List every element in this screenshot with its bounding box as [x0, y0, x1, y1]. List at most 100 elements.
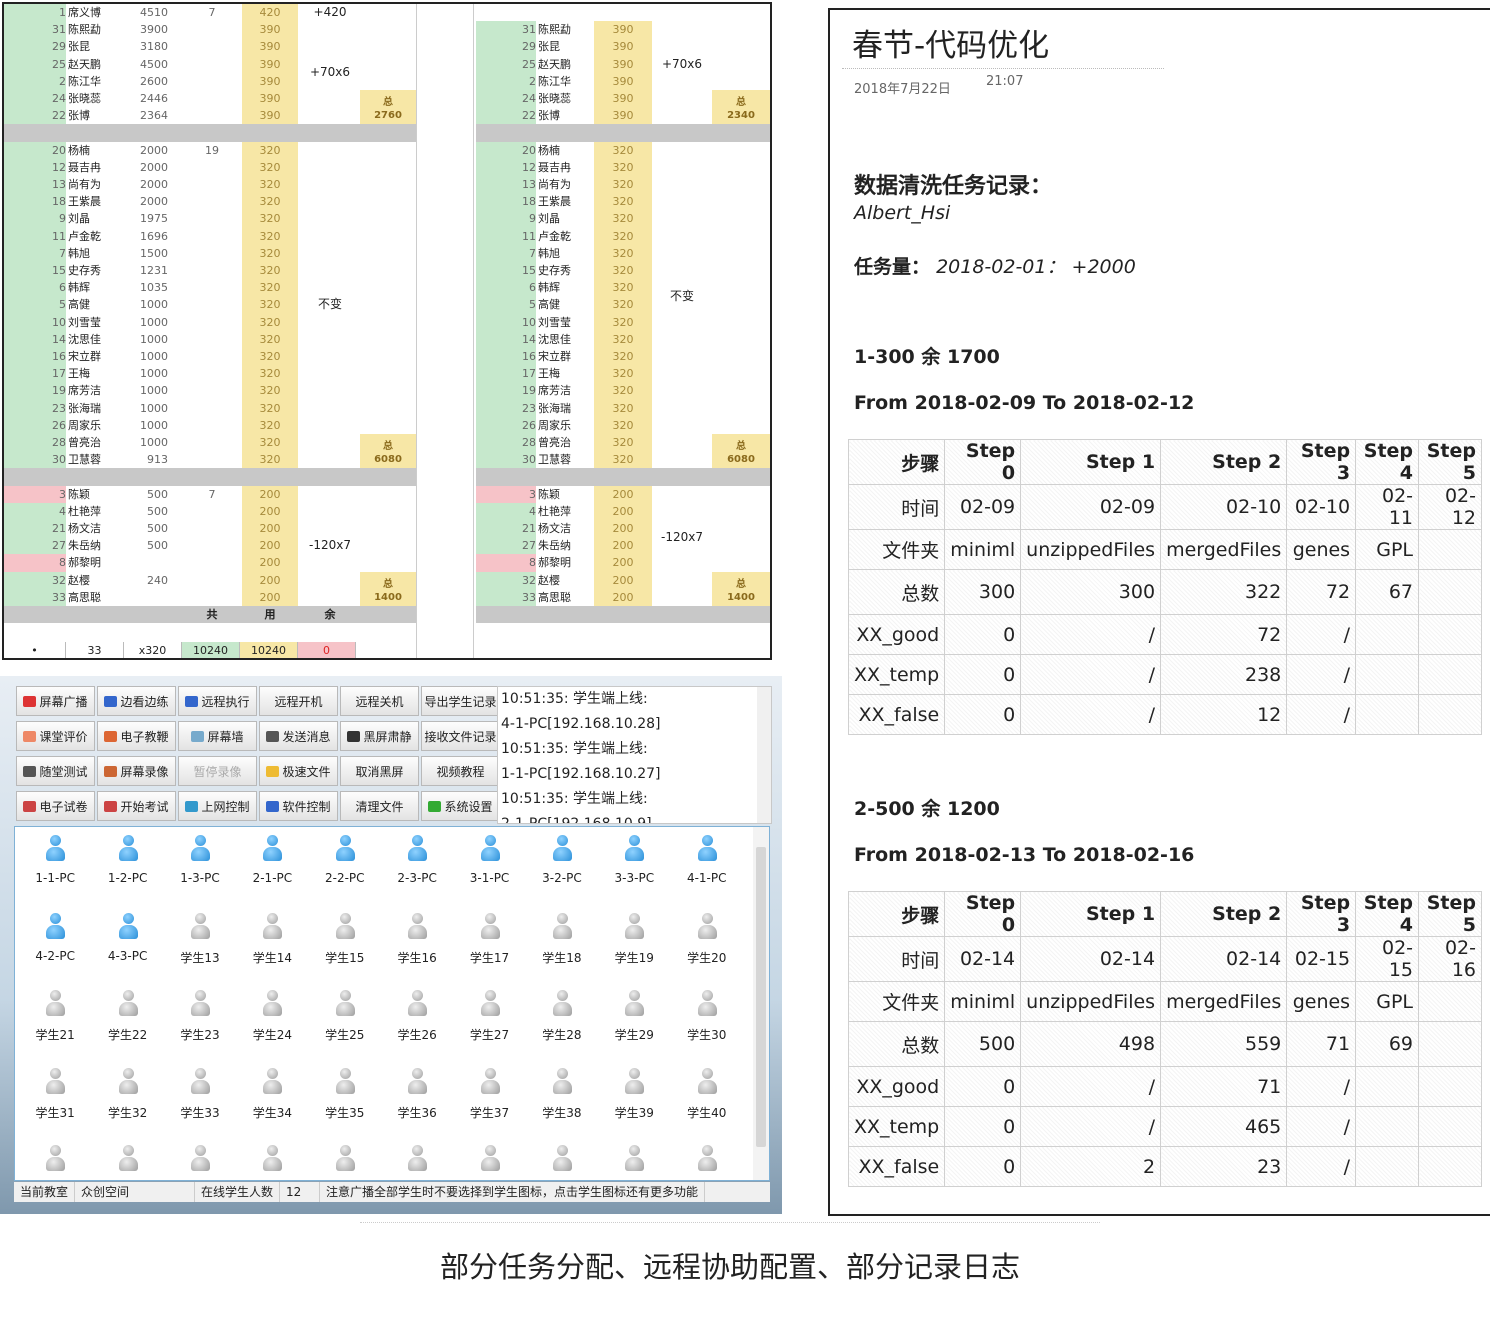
- student-pc[interactable]: 学生31: [19, 1066, 91, 1144]
- alloc-value: 320: [242, 227, 298, 245]
- toolbar-button[interactable]: 课堂评价: [16, 721, 95, 751]
- student-pc[interactable]: 学生49: [598, 1143, 670, 1180]
- toolbar-button[interactable]: 电子试卷: [16, 791, 95, 821]
- student-pc[interactable]: 学生39: [598, 1066, 670, 1144]
- student-pc[interactable]: 学生46: [381, 1143, 453, 1180]
- student-pc[interactable]: 2-1-PC: [236, 833, 308, 911]
- student-pc[interactable]: 学生45: [309, 1143, 381, 1180]
- student-pc[interactable]: 3-1-PC: [453, 833, 525, 911]
- table-cell: 02-16: [1418, 936, 1482, 982]
- student-pc[interactable]: 学生26: [381, 988, 453, 1066]
- toolbar-button[interactable]: 随堂测试: [16, 756, 95, 786]
- user-offline-icon: [335, 1145, 355, 1173]
- student-pc[interactable]: 学生29: [598, 988, 670, 1066]
- row-id: 15: [476, 262, 536, 280]
- student-pc[interactable]: 学生44: [236, 1143, 308, 1180]
- student-pc[interactable]: 3-3-PC: [598, 833, 670, 911]
- row-id: 31: [4, 21, 66, 39]
- toolbar-button[interactable]: 屏幕广播: [16, 686, 95, 716]
- record-icon: [104, 765, 118, 777]
- student-pc[interactable]: 学生25: [309, 988, 381, 1066]
- student-pc[interactable]: 1-3-PC: [164, 833, 236, 911]
- student-pc[interactable]: 4-2-PC: [19, 911, 91, 989]
- student-pc[interactable]: 学生22: [91, 988, 163, 1066]
- student-pc[interactable]: 学生42: [91, 1143, 163, 1180]
- toolbar-button[interactable]: 清理文件: [340, 791, 419, 821]
- toolbar-button[interactable]: 取消黑屏: [340, 756, 419, 786]
- toolbar-button[interactable]: 上网控制: [178, 791, 257, 821]
- student-pc[interactable]: 学生36: [381, 1066, 453, 1144]
- student-pc[interactable]: 学生30: [671, 988, 743, 1066]
- student-pc[interactable]: 学生40: [671, 1066, 743, 1144]
- student-pc[interactable]: 学生28: [526, 988, 598, 1066]
- toolbar-button[interactable]: 软件控制: [259, 791, 338, 821]
- student-pc[interactable]: 学生13: [164, 911, 236, 989]
- toolbar-button[interactable]: 系统设置: [421, 791, 500, 821]
- toolbar-button[interactable]: 暂停录像: [178, 756, 257, 786]
- table-cell: Step 5: [1418, 891, 1482, 937]
- toolbar-button[interactable]: 边看边练: [97, 686, 176, 716]
- student-pc[interactable]: 学生18: [526, 911, 598, 989]
- student-pc[interactable]: 2-2-PC: [309, 833, 381, 911]
- student-pc[interactable]: 学生50: [671, 1143, 743, 1180]
- student-pc[interactable]: 4-3-PC: [91, 911, 163, 989]
- pc-label: 学生27: [469, 1028, 510, 1042]
- student-pc[interactable]: 2-3-PC: [381, 833, 453, 911]
- table-cell: [1355, 654, 1420, 695]
- student-pc[interactable]: 学生37: [453, 1066, 525, 1144]
- student-name: 刘雪莹: [68, 315, 101, 329]
- student-pc[interactable]: 学生15: [309, 911, 381, 989]
- toolbar-button[interactable]: 接收文件记录: [421, 721, 500, 751]
- alloc-value: 200: [594, 485, 652, 503]
- student-pc[interactable]: 学生35: [309, 1066, 381, 1144]
- student-pc[interactable]: 学生41: [19, 1143, 91, 1180]
- student-pc[interactable]: 学生21: [19, 988, 91, 1066]
- toolbar-button-label: 极速文件: [282, 764, 331, 779]
- toolbar-button[interactable]: 开始考试: [97, 791, 176, 821]
- toolbar-button[interactable]: 视频教程: [421, 756, 500, 786]
- student-pc[interactable]: 学生17: [453, 911, 525, 989]
- student-pc[interactable]: 学生33: [164, 1066, 236, 1144]
- toolbar-button[interactable]: 发送消息: [259, 721, 338, 751]
- toolbar-button[interactable]: 电子教鞭: [97, 721, 176, 751]
- pc-scrollbar-thumb[interactable]: [756, 847, 766, 1147]
- student-pc[interactable]: 学生43: [164, 1143, 236, 1180]
- toolbar-button-label: 发送消息: [282, 729, 331, 744]
- student-pc[interactable]: 4-1-PC: [671, 833, 743, 911]
- student-pc[interactable]: 学生19: [598, 911, 670, 989]
- row-id: 1: [4, 4, 66, 22]
- student-pc[interactable]: 1-2-PC: [91, 833, 163, 911]
- table-cell: /: [1020, 694, 1162, 735]
- student-pc[interactable]: 学生38: [526, 1066, 598, 1144]
- student-pc[interactable]: 学生24: [236, 988, 308, 1066]
- toolbar-button[interactable]: 屏幕录像: [97, 756, 176, 786]
- student-pc[interactable]: 学生34: [236, 1066, 308, 1144]
- student-pc[interactable]: 学生14: [236, 911, 308, 989]
- user-offline-icon: [262, 1145, 283, 1173]
- log-scrollbar[interactable]: [757, 687, 771, 823]
- student-pc[interactable]: 学生32: [91, 1066, 163, 1144]
- student-pc[interactable]: 学生27: [453, 988, 525, 1066]
- student-pc[interactable]: 学生16: [381, 911, 453, 989]
- toolbar-button[interactable]: 极速文件: [259, 756, 338, 786]
- student-pc[interactable]: 3-2-PC: [526, 833, 598, 911]
- table-cell: mergedFiles: [1160, 529, 1288, 570]
- student-pc[interactable]: 学生23: [164, 988, 236, 1066]
- toolbar-button[interactable]: 远程开机: [259, 686, 338, 716]
- student-name: 杨楠: [68, 143, 90, 157]
- user-offline-icon: [480, 1067, 500, 1096]
- alloc-value: 420: [242, 4, 298, 22]
- toolbar-button[interactable]: 导出学生记录: [421, 686, 500, 716]
- toolbar-button[interactable]: 黑屏肃静: [340, 721, 419, 751]
- score-value: 1000: [140, 332, 168, 346]
- toolbar-button[interactable]: 屏幕墙: [178, 721, 257, 751]
- student-pc[interactable]: 学生20: [671, 911, 743, 989]
- student-pc[interactable]: 学生48: [526, 1143, 598, 1180]
- student-pc[interactable]: 学生47: [453, 1143, 525, 1180]
- toolbar-button[interactable]: 远程执行: [178, 686, 257, 716]
- pc-label: 学生14: [252, 950, 292, 965]
- student-pc[interactable]: 1-1-PC: [19, 833, 91, 911]
- toolbar-button[interactable]: 远程关机: [340, 686, 419, 716]
- pc-scrollbar[interactable]: [753, 827, 769, 1180]
- user-offline-icon: [552, 990, 572, 1018]
